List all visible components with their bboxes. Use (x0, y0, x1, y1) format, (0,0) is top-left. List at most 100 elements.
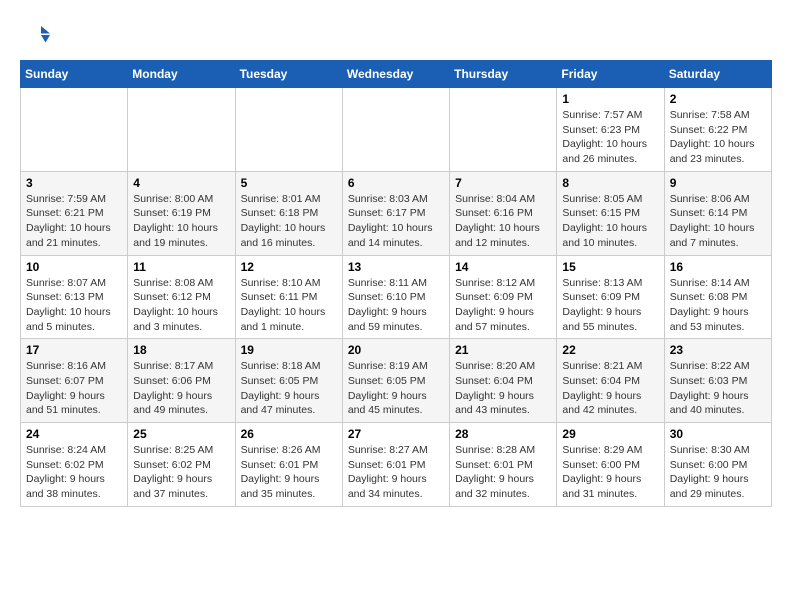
weekday-header: Sunday (21, 61, 128, 88)
day-number: 29 (562, 427, 658, 441)
day-info: Sunrise: 8:04 AMSunset: 6:16 PMDaylight:… (455, 192, 551, 251)
day-info: Sunrise: 8:25 AMSunset: 6:02 PMDaylight:… (133, 443, 229, 502)
calendar-cell: 25 Sunrise: 8:25 AMSunset: 6:02 PMDayligh… (128, 423, 235, 507)
calendar-cell: 17 Sunrise: 8:16 AMSunset: 6:07 PMDayligh… (21, 339, 128, 423)
calendar-week-row: 10 Sunrise: 8:07 AMSunset: 6:13 PMDayligh… (21, 255, 772, 339)
calendar-cell: 5Sunrise: 8:01 AMSunset: 6:18 PMDaylight… (235, 171, 342, 255)
calendar-cell (128, 88, 235, 172)
day-number: 20 (348, 343, 444, 357)
calendar-cell: 14 Sunrise: 8:12 AMSunset: 6:09 PMDayligh… (450, 255, 557, 339)
calendar-cell (450, 88, 557, 172)
day-info: Sunrise: 8:08 AMSunset: 6:12 PMDaylight:… (133, 276, 229, 335)
calendar-cell: 23 Sunrise: 8:22 AMSunset: 6:03 PMDayligh… (664, 339, 771, 423)
day-number: 28 (455, 427, 551, 441)
day-info: Sunrise: 8:19 AMSunset: 6:05 PMDaylight:… (348, 359, 444, 418)
calendar-cell: 6Sunrise: 8:03 AMSunset: 6:17 PMDaylight… (342, 171, 449, 255)
weekday-header: Tuesday (235, 61, 342, 88)
calendar-cell: 29 Sunrise: 8:29 AMSunset: 6:00 PMDayligh… (557, 423, 664, 507)
logo-icon (20, 20, 50, 50)
day-number: 7 (455, 176, 551, 190)
calendar-cell: 26 Sunrise: 8:26 AMSunset: 6:01 PMDayligh… (235, 423, 342, 507)
calendar-cell: 9 Sunrise: 8:06 AMSunset: 6:14 PMDaylight… (664, 171, 771, 255)
day-info: Sunrise: 7:59 AMSunset: 6:21 PMDaylight:… (26, 192, 122, 251)
calendar-cell: 2 Sunrise: 7:58 AMSunset: 6:22 PMDaylight… (664, 88, 771, 172)
calendar-cell: 3 Sunrise: 7:59 AMSunset: 6:21 PMDaylight… (21, 171, 128, 255)
calendar-cell (342, 88, 449, 172)
day-info: Sunrise: 7:57 AMSunset: 6:23 PMDaylight:… (562, 108, 658, 167)
day-number: 25 (133, 427, 229, 441)
calendar-cell: 7 Sunrise: 8:04 AMSunset: 6:16 PMDaylight… (450, 171, 557, 255)
calendar-cell: 12Sunrise: 8:10 AMSunset: 6:11 PMDayligh… (235, 255, 342, 339)
calendar-week-row: 17 Sunrise: 8:16 AMSunset: 6:07 PMDayligh… (21, 339, 772, 423)
day-number: 22 (562, 343, 658, 357)
day-number: 8 (562, 176, 658, 190)
calendar-cell: 28Sunrise: 8:28 AMSunset: 6:01 PMDayligh… (450, 423, 557, 507)
day-info: Sunrise: 8:18 AMSunset: 6:05 PMDaylight:… (241, 359, 337, 418)
day-info: Sunrise: 8:24 AMSunset: 6:02 PMDaylight:… (26, 443, 122, 502)
calendar-cell: 18Sunrise: 8:17 AMSunset: 6:06 PMDayligh… (128, 339, 235, 423)
calendar-cell: 22 Sunrise: 8:21 AMSunset: 6:04 PMDayligh… (557, 339, 664, 423)
calendar-cell: 20 Sunrise: 8:19 AMSunset: 6:05 PMDayligh… (342, 339, 449, 423)
calendar-cell: 21 Sunrise: 8:20 AMSunset: 6:04 PMDayligh… (450, 339, 557, 423)
day-number: 11 (133, 260, 229, 274)
calendar-cell: 11 Sunrise: 8:08 AMSunset: 6:12 PMDayligh… (128, 255, 235, 339)
calendar-header-row: SundayMondayTuesdayWednesdayThursdayFrid… (21, 61, 772, 88)
weekday-header: Monday (128, 61, 235, 88)
calendar-week-row: 3 Sunrise: 7:59 AMSunset: 6:21 PMDaylight… (21, 171, 772, 255)
day-number: 2 (670, 92, 766, 106)
day-info: Sunrise: 8:06 AMSunset: 6:14 PMDaylight:… (670, 192, 766, 251)
day-info: Sunrise: 8:12 AMSunset: 6:09 PMDaylight:… (455, 276, 551, 335)
day-info: Sunrise: 8:21 AMSunset: 6:04 PMDaylight:… (562, 359, 658, 418)
day-number: 10 (26, 260, 122, 274)
day-number: 24 (26, 427, 122, 441)
calendar-cell: 24 Sunrise: 8:24 AMSunset: 6:02 PMDayligh… (21, 423, 128, 507)
day-info: Sunrise: 8:16 AMSunset: 6:07 PMDaylight:… (26, 359, 122, 418)
weekday-header: Thursday (450, 61, 557, 88)
day-info: Sunrise: 8:17 AMSunset: 6:06 PMDaylight:… (133, 359, 229, 418)
day-info: Sunrise: 8:11 AMSunset: 6:10 PMDaylight:… (348, 276, 444, 335)
calendar-cell: 10 Sunrise: 8:07 AMSunset: 6:13 PMDayligh… (21, 255, 128, 339)
day-number: 19 (241, 343, 337, 357)
day-number: 26 (241, 427, 337, 441)
calendar-cell: 8 Sunrise: 8:05 AMSunset: 6:15 PMDaylight… (557, 171, 664, 255)
calendar-cell: 15Sunrise: 8:13 AMSunset: 6:09 PMDayligh… (557, 255, 664, 339)
day-info: Sunrise: 7:58 AMSunset: 6:22 PMDaylight:… (670, 108, 766, 167)
calendar-cell: 13 Sunrise: 8:11 AMSunset: 6:10 PMDayligh… (342, 255, 449, 339)
day-number: 17 (26, 343, 122, 357)
calendar-cell: 30Sunrise: 8:30 AMSunset: 6:00 PMDayligh… (664, 423, 771, 507)
weekday-header: Saturday (664, 61, 771, 88)
day-number: 9 (670, 176, 766, 190)
day-info: Sunrise: 8:01 AMSunset: 6:18 PMDaylight:… (241, 192, 337, 251)
calendar-cell (235, 88, 342, 172)
day-info: Sunrise: 8:22 AMSunset: 6:03 PMDaylight:… (670, 359, 766, 418)
day-info: Sunrise: 8:07 AMSunset: 6:13 PMDaylight:… (26, 276, 122, 335)
page-header (20, 20, 772, 50)
day-number: 3 (26, 176, 122, 190)
day-info: Sunrise: 8:26 AMSunset: 6:01 PMDaylight:… (241, 443, 337, 502)
day-info: Sunrise: 8:27 AMSunset: 6:01 PMDaylight:… (348, 443, 444, 502)
day-info: Sunrise: 8:00 AMSunset: 6:19 PMDaylight:… (133, 192, 229, 251)
day-number: 23 (670, 343, 766, 357)
calendar-cell: 16Sunrise: 8:14 AMSunset: 6:08 PMDayligh… (664, 255, 771, 339)
day-number: 4 (133, 176, 229, 190)
day-number: 12 (241, 260, 337, 274)
day-info: Sunrise: 8:13 AMSunset: 6:09 PMDaylight:… (562, 276, 658, 335)
calendar-cell: 1 Sunrise: 7:57 AMSunset: 6:23 PMDaylight… (557, 88, 664, 172)
calendar-week-row: 24 Sunrise: 8:24 AMSunset: 6:02 PMDayligh… (21, 423, 772, 507)
day-number: 13 (348, 260, 444, 274)
day-number: 1 (562, 92, 658, 106)
weekday-header: Wednesday (342, 61, 449, 88)
day-number: 27 (348, 427, 444, 441)
day-number: 21 (455, 343, 551, 357)
calendar-cell: 19 Sunrise: 8:18 AMSunset: 6:05 PMDayligh… (235, 339, 342, 423)
weekday-header: Friday (557, 61, 664, 88)
day-info: Sunrise: 8:30 AMSunset: 6:00 PMDaylight:… (670, 443, 766, 502)
day-number: 16 (670, 260, 766, 274)
day-info: Sunrise: 8:05 AMSunset: 6:15 PMDaylight:… (562, 192, 658, 251)
day-info: Sunrise: 8:03 AMSunset: 6:17 PMDaylight:… (348, 192, 444, 251)
day-number: 14 (455, 260, 551, 274)
day-info: Sunrise: 8:20 AMSunset: 6:04 PMDaylight:… (455, 359, 551, 418)
calendar-table: SundayMondayTuesdayWednesdayThursdayFrid… (20, 60, 772, 507)
calendar-week-row: 1 Sunrise: 7:57 AMSunset: 6:23 PMDaylight… (21, 88, 772, 172)
day-info: Sunrise: 8:29 AMSunset: 6:00 PMDaylight:… (562, 443, 658, 502)
